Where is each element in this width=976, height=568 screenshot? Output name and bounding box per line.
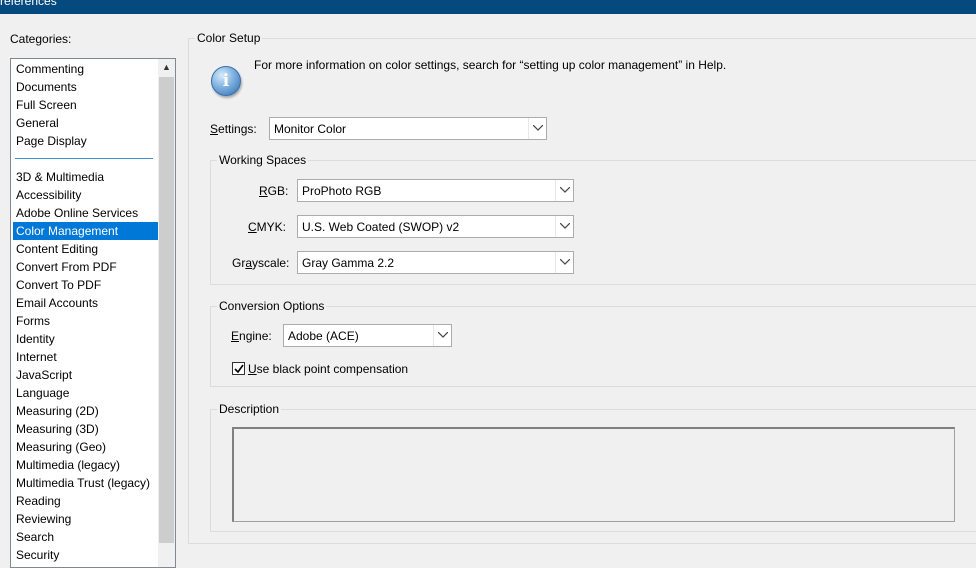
category-item[interactable]: Email Accounts (13, 294, 158, 312)
category-item[interactable]: Accessibility (13, 186, 158, 204)
category-item[interactable]: 3D & Multimedia (13, 168, 158, 186)
chevron-down-icon[interactable] (555, 180, 573, 201)
rgb-select[interactable]: ProPhoto RGB (297, 179, 574, 202)
category-item[interactable]: Language (13, 384, 158, 402)
conversion-options-title: Conversion Options (217, 299, 327, 313)
grayscale-label: Grayscale: (232, 256, 290, 270)
cmyk-select[interactable]: U.S. Web Coated (SWOP) v2 (297, 215, 574, 238)
category-item[interactable]: Convert To PDF (13, 276, 158, 294)
category-item[interactable]: Documents (13, 78, 158, 96)
checkmark-icon (234, 364, 244, 374)
rgb-value: ProPhoto RGB (302, 184, 382, 198)
settings-value: Monitor Color (274, 122, 347, 136)
category-item[interactable]: Identity (13, 330, 158, 348)
scroll-up-icon[interactable]: ▲ (158, 59, 175, 76)
category-item[interactable]: Measuring (2D) (13, 402, 158, 420)
category-item[interactable]: Reading (13, 492, 158, 510)
category-item[interactable]: General (13, 114, 158, 132)
category-item[interactable]: Security (13, 546, 158, 564)
black-point-checkbox[interactable] (232, 362, 245, 375)
cmyk-label: CMYK: (248, 220, 287, 234)
category-item[interactable]: Reviewing (13, 510, 158, 528)
categories-list[interactable]: Commenting Documents Full Screen General Pag… (10, 58, 176, 568)
chevron-down-icon[interactable] (555, 216, 573, 237)
category-item[interactable]: JavaScript (13, 366, 158, 384)
category-item[interactable]: Multimedia Trust (legacy) (13, 474, 158, 492)
category-item[interactable]: Color Management (13, 222, 158, 240)
settings-select[interactable]: Monitor Color (269, 117, 547, 140)
description-area (232, 427, 955, 522)
scrollbar-thumb[interactable] (159, 77, 174, 543)
color-setup-title: Color Setup (195, 31, 263, 45)
category-separator (15, 158, 153, 159)
info-icon: i (211, 66, 241, 96)
category-item[interactable]: Commenting (13, 60, 158, 78)
category-item[interactable]: Internet (13, 348, 158, 366)
chevron-down-icon[interactable] (528, 118, 546, 139)
cmyk-value: U.S. Web Coated (SWOP) v2 (302, 220, 460, 234)
engine-label: Engine: (231, 329, 272, 343)
engine-select[interactable]: Adobe (ACE) (283, 324, 452, 347)
chevron-down-icon[interactable] (555, 252, 573, 273)
category-item[interactable]: Search (13, 528, 158, 546)
category-item[interactable]: Measuring (3D) (13, 420, 158, 438)
category-item[interactable]: Content Editing (13, 240, 158, 258)
categories-scrollbar[interactable]: ▲ (158, 59, 175, 567)
category-item[interactable]: Forms (13, 312, 158, 330)
rgb-label: RGB: (259, 184, 289, 198)
categories-label: Categories: (10, 32, 72, 46)
grayscale-value: Gray Gamma 2.2 (302, 256, 395, 270)
working-spaces-title: Working Spaces (217, 153, 309, 167)
engine-value: Adobe (ACE) (288, 329, 359, 343)
description-title: Description (217, 402, 282, 416)
info-text: For more information on color settings, … (254, 58, 727, 72)
category-item[interactable]: Page Display (13, 132, 158, 150)
category-item[interactable]: Adobe Online Services (13, 204, 158, 222)
window-titlebar: references (0, 0, 976, 14)
category-item[interactable]: Convert From PDF (13, 258, 158, 276)
window-title: references (0, 0, 57, 8)
category-item[interactable]: Multimedia (legacy) (13, 456, 158, 474)
chevron-down-icon[interactable] (433, 325, 451, 346)
grayscale-select[interactable]: Gray Gamma 2.2 (297, 251, 574, 274)
settings-label: Settings: (210, 122, 257, 136)
category-item[interactable]: Measuring (Geo) (13, 438, 158, 456)
category-item[interactable]: Full Screen (13, 96, 158, 114)
black-point-label[interactable]: Use black point compensation (248, 362, 408, 376)
